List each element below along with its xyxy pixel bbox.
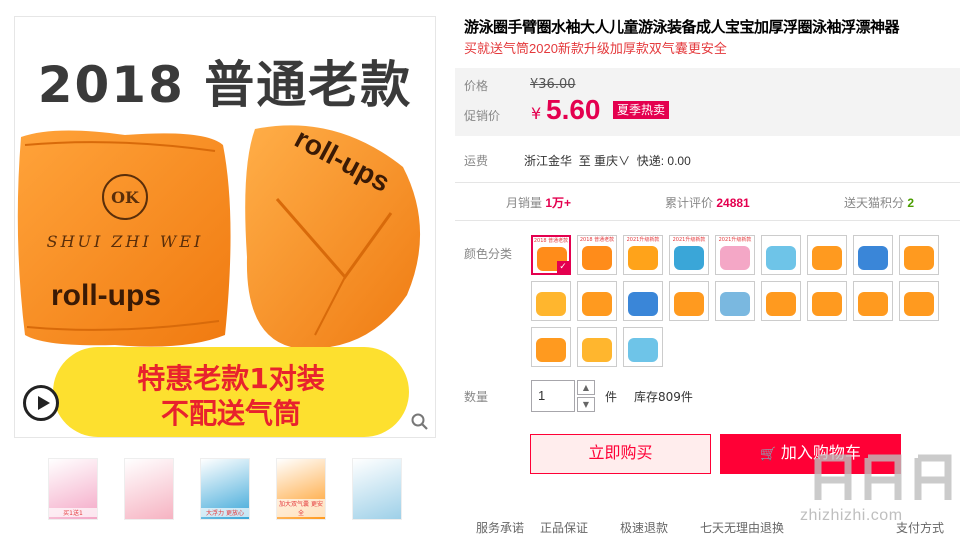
quantity-increase-button[interactable]: ▲ [577,380,595,395]
video-play-button[interactable] [23,385,59,421]
thumbnail[interactable]: 加大双气囊 更安全 [276,458,326,520]
monthly-sales: 月销量 1万+ [506,196,572,210]
sku-thumbnail [582,246,612,270]
quantity-unit: 件 [605,390,618,404]
sku-caption: 2018 普通老款 [533,238,569,244]
sku-caption: 2021升级新款 [672,237,706,243]
sku-option[interactable] [669,281,709,321]
sku-option[interactable] [807,235,847,275]
product-title: 游泳圈手臂圈水袖大人儿童游泳装备成人宝宝加厚浮圈泳袖浮漂神器 [464,19,900,36]
sku-option[interactable] [853,281,893,321]
sku-thumbnail [536,338,566,362]
cart-icon: 🛒 [760,446,777,461]
thumbnail-caption: 加大双气囊 更安全 [277,499,325,517]
sku-option[interactable] [531,281,571,321]
chevron-down-icon: ∨ [618,154,631,168]
original-price: ¥36.00 [530,77,576,92]
sku-option[interactable]: 2018 普通老款 ✓ [531,235,571,275]
promo-price-label: 促销价 [464,109,501,123]
ship-to-word: 至 [578,154,591,168]
shipping-row: 浙江金华 至 重庆∨ 快递: 0.00 [524,152,691,169]
image-headline: 2018 普通老款 [37,56,413,114]
ship-destination-dropdown[interactable]: 重庆∨ [594,154,630,168]
badge-text: OK [111,188,140,207]
quantity-label: 数量 [464,390,489,404]
sku-option[interactable] [761,235,801,275]
sku-thumbnail [766,246,796,270]
service-item[interactable]: 七天无理由退换 [700,519,784,536]
thumbnail-caption: 买1送1 [49,508,97,517]
sku-thumbnail [628,338,658,362]
sku-thumbnail [582,292,612,316]
sku-thumbnail [858,246,888,270]
sku-option[interactable] [807,281,847,321]
sku-thumbnail [904,292,934,316]
sku-option[interactable] [899,235,939,275]
sku-option[interactable] [715,281,755,321]
sku-thumbnail [812,246,842,270]
banner-line-2: 不配送气筒 [160,397,301,430]
sku-caption: 2021升级新款 [718,237,752,243]
ship-express: 快递: 0.00 [636,154,691,168]
sku-thumbnail [582,338,612,362]
sku-thumbnail [720,292,750,316]
thumbnail[interactable] [124,458,174,520]
watermark-text: zhizhizhi.com [800,507,903,524]
sku-option[interactable] [577,327,617,367]
thumbnail-caption: 大浮力 更放心 [201,508,249,517]
divider [455,220,960,221]
quantity-input[interactable]: 1 [531,380,575,412]
sku-option[interactable]: 2021升级新款 [669,235,709,275]
check-icon: ✓ [557,261,569,273]
total-reviews[interactable]: 累计评价 24881 [665,194,750,211]
zoom-icon[interactable] [411,413,429,431]
sku-option[interactable] [761,281,801,321]
sku-caption: 2021升级新款 [626,237,660,243]
sku-option[interactable]: 2021升级新款 [623,235,663,275]
thumbnail[interactable]: 大浮力 更放心 [200,458,250,520]
sku-option[interactable]: 2021升级新款 [715,235,755,275]
shipping-label: 运费 [464,154,489,168]
product-subtitle: 买就送气筒2020新款升级加厚款双气囊更安全 [464,41,727,56]
service-item[interactable]: 正品保证 [540,519,588,536]
sku-thumbnail [674,246,704,270]
tmall-points: 送天猫积分 2 [844,196,915,210]
sku-option[interactable] [577,281,617,321]
sku-option[interactable] [623,281,663,321]
sku-thumbnail [858,292,888,316]
sku-option[interactable] [623,327,663,367]
sku-option[interactable] [853,235,893,275]
promo-currency: ¥ [531,104,542,123]
sku-caption: 2018 普通老款 [579,237,615,243]
sku-thumbnail [720,246,750,270]
quantity-decrease-button[interactable]: ▼ [577,397,595,412]
banner-line-1: 特惠老款1对装 [137,362,325,395]
sku-option[interactable] [899,281,939,321]
main-image-frame[interactable]: OK SHUI ZHI WEI roll-ups roll-ups 2018 普… [14,16,436,438]
thumbnail[interactable] [352,458,402,520]
sku-thumbnail [628,246,658,270]
service-label: 服务承诺 [476,521,525,535]
sku-thumbnail [812,292,842,316]
buy-now-button[interactable]: 立即购买 [530,434,711,474]
original-price-label: 价格 [464,79,489,93]
sku-thumbnail [674,292,704,316]
thumbnail-strip: 买1送1 大浮力 更放心 加大双气囊 更安全 [14,454,436,524]
promo-tag: 夏季热卖 [613,101,670,119]
thumbnail[interactable]: 买1送1 [48,458,98,520]
sku-option[interactable]: 2018 普通老款 [577,235,617,275]
stock-count: 库存809件 [634,390,693,404]
color-label: 颜色分类 [464,247,513,261]
sku-thumbnail [904,246,934,270]
print-left: roll-ups [51,279,161,312]
sku-option[interactable] [531,327,571,367]
ring-text: SHUI ZHI WEI [47,232,204,251]
service-item[interactable]: 极速退款 [620,519,668,536]
stats-row: 月销量 1万+ 累计评价 24881 送天猫积分 2 [455,182,960,220]
sku-thumbnail [628,292,658,316]
sku-thumbnail [536,292,566,316]
ship-from: 浙江金华 [524,154,573,168]
sku-thumbnail [766,292,796,316]
promo-price: 5.60 [546,94,601,125]
